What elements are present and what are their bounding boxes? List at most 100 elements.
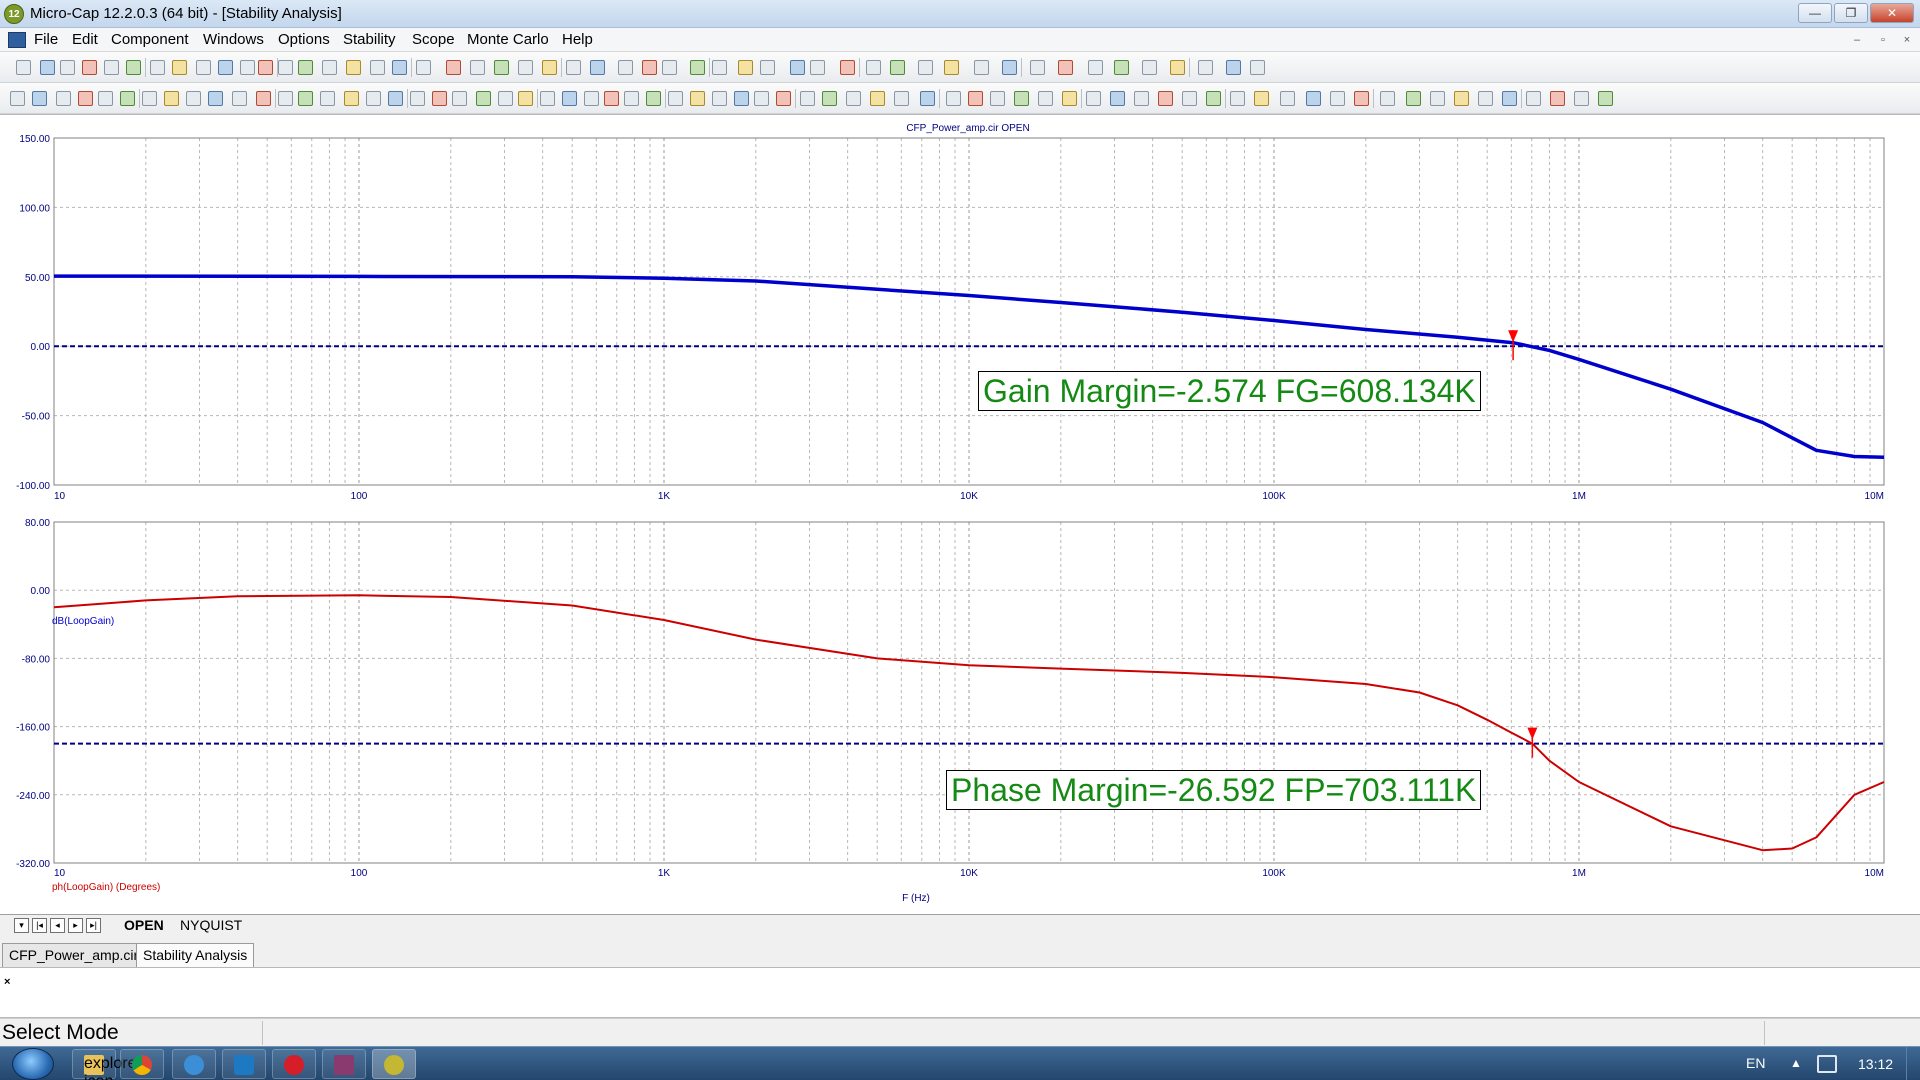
toolbar-button[interactable] xyxy=(646,91,661,106)
toolbar-button[interactable] xyxy=(1430,91,1445,106)
document-window-icon[interactable] xyxy=(8,32,26,48)
toolbar-button[interactable] xyxy=(584,91,599,106)
mdi-restore-button[interactable]: ▫ xyxy=(1874,32,1892,48)
toolbar-button[interactable] xyxy=(1526,91,1541,106)
toolbar-button[interactable] xyxy=(470,60,485,75)
menu-help[interactable]: Help xyxy=(562,31,593,48)
toolbar-button[interactable] xyxy=(446,60,461,75)
toolbar-button[interactable] xyxy=(432,91,447,106)
toolbar-button[interactable] xyxy=(800,91,815,106)
toolbar-button[interactable] xyxy=(1280,91,1295,106)
toolbar-button[interactable] xyxy=(870,91,885,106)
toolbar-button[interactable] xyxy=(1142,60,1157,75)
toolbar-button[interactable] xyxy=(1306,91,1321,106)
toolbar-button[interactable] xyxy=(40,60,55,75)
toolbar-button[interactable] xyxy=(98,91,113,106)
phase-margin-label[interactable]: Phase Margin=-26.592 FP=703.111K xyxy=(946,770,1482,810)
toolbar-button[interactable] xyxy=(218,60,233,75)
toolbar-button[interactable] xyxy=(1254,91,1269,106)
microcap-app-icon[interactable]: 12 xyxy=(4,4,24,24)
menu-file[interactable]: File xyxy=(34,31,58,48)
language-indicator[interactable]: EN xyxy=(1746,1055,1765,1071)
toolbar-button[interactable] xyxy=(320,91,335,106)
toolbar-button[interactable] xyxy=(690,91,705,106)
task-explorer[interactable]: explorer-icon xyxy=(72,1049,147,1080)
toolbar-button[interactable] xyxy=(776,91,791,106)
toolbar-button[interactable] xyxy=(1454,91,1469,106)
toolbar-button[interactable] xyxy=(346,60,361,75)
toolbar-button[interactable] xyxy=(604,91,619,106)
toolbar-button[interactable] xyxy=(476,91,491,106)
toolbar-button[interactable] xyxy=(1206,91,1221,106)
menu-options[interactable]: Options xyxy=(278,31,330,48)
toolbar-button[interactable] xyxy=(1198,60,1213,75)
next-tab-button[interactable]: ▸ xyxy=(68,918,83,933)
toolbar-button[interactable] xyxy=(712,60,727,75)
toolbar-button[interactable] xyxy=(840,60,855,75)
doc-tab-circuit[interactable]: CFP_Power_amp.cir xyxy=(2,943,146,967)
toolbar-button[interactable] xyxy=(240,60,255,75)
show-desktop-button[interactable] xyxy=(1906,1047,1920,1080)
toolbar-button[interactable] xyxy=(668,91,683,106)
toolbar-button[interactable] xyxy=(642,60,657,75)
task-chrome[interactable] xyxy=(120,1049,164,1079)
task-winrar[interactable] xyxy=(322,1049,366,1079)
tab-nyquist[interactable]: NYQUIST xyxy=(180,917,242,933)
toolbar-button[interactable] xyxy=(322,60,337,75)
toolbar-button[interactable] xyxy=(1230,91,1245,106)
toolbar-button[interactable] xyxy=(256,91,271,106)
minimize-button[interactable]: — xyxy=(1798,3,1832,23)
network-icon[interactable] xyxy=(1817,1055,1837,1073)
plot-area[interactable]: 150.00 100.00 50.00 0.00 -50.00 -100.00 10 100 1… xyxy=(0,114,1920,914)
toolbar-button[interactable] xyxy=(738,60,753,75)
toolbar-button[interactable] xyxy=(624,91,639,106)
toolbar-button[interactable] xyxy=(1110,91,1125,106)
toolbar-button[interactable] xyxy=(172,60,187,75)
toolbar-button[interactable] xyxy=(10,91,25,106)
toolbar-button[interactable] xyxy=(734,91,749,106)
toolbar-button[interactable] xyxy=(60,60,75,75)
toolbar-button[interactable] xyxy=(1574,91,1589,106)
toolbar-button[interactable] xyxy=(566,60,581,75)
toolbar-button[interactable] xyxy=(946,91,961,106)
prev-tab-button[interactable]: ◂ xyxy=(50,918,65,933)
toolbar-button[interactable] xyxy=(186,91,201,106)
toolbar-button[interactable] xyxy=(618,60,633,75)
toolbar-button[interactable] xyxy=(1030,60,1045,75)
toolbar-button[interactable] xyxy=(944,60,959,75)
toolbar-button[interactable] xyxy=(918,60,933,75)
toolbar-button[interactable] xyxy=(452,91,467,106)
toolbar-button[interactable] xyxy=(562,91,577,106)
toolbar-button[interactable] xyxy=(56,91,71,106)
toolbar-button[interactable] xyxy=(1086,91,1101,106)
toolbar-button[interactable] xyxy=(298,91,313,106)
toolbar-button[interactable] xyxy=(542,60,557,75)
start-button[interactable] xyxy=(12,1048,54,1080)
menu-monte-carlo[interactable]: Monte Carlo xyxy=(467,31,549,48)
toolbar-button[interactable] xyxy=(540,91,555,106)
tab-open[interactable]: OPEN xyxy=(124,917,164,933)
toolbar-button[interactable] xyxy=(518,91,533,106)
toolbar-button[interactable] xyxy=(810,60,825,75)
mdi-close-button[interactable]: × xyxy=(1898,32,1916,48)
toolbar-button[interactable] xyxy=(150,60,165,75)
toolbar-button[interactable] xyxy=(1598,91,1613,106)
toolbar-button[interactable] xyxy=(344,91,359,106)
toolbar-button[interactable] xyxy=(196,60,211,75)
task-opera[interactable] xyxy=(272,1049,316,1079)
toolbar-button[interactable] xyxy=(1158,91,1173,106)
toolbar-button[interactable] xyxy=(1502,91,1517,106)
toolbar-button[interactable] xyxy=(890,60,905,75)
toolbar-button[interactable] xyxy=(1170,60,1185,75)
toolbar-button[interactable] xyxy=(712,91,727,106)
toolbar-button[interactable] xyxy=(32,91,47,106)
toolbar-button[interactable] xyxy=(822,91,837,106)
toolbar-button[interactable] xyxy=(1550,91,1565,106)
toolbar-button[interactable] xyxy=(754,91,769,106)
menu-windows[interactable]: Windows xyxy=(203,31,264,48)
task-ie[interactable] xyxy=(172,1049,216,1079)
toolbar-button[interactable] xyxy=(1088,60,1103,75)
mdi-minimize-button[interactable]: – xyxy=(1848,32,1866,48)
toolbar-button[interactable] xyxy=(990,91,1005,106)
toolbar-button[interactable] xyxy=(968,91,983,106)
